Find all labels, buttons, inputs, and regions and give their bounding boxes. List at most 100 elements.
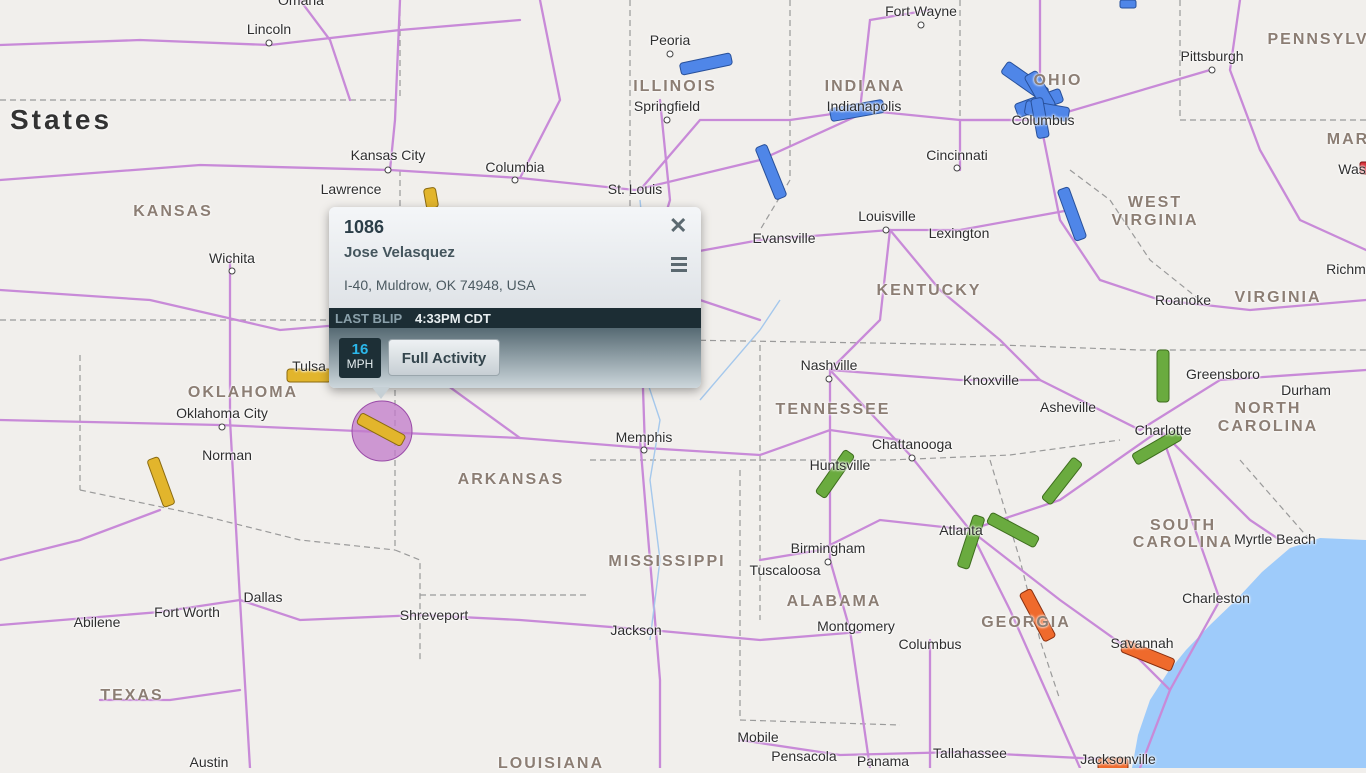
city-label: Greensboro: [1186, 366, 1260, 382]
city-dot: [882, 226, 890, 234]
state-label: OKLAHOMA: [187, 384, 299, 401]
city-label: Birmingham: [790, 540, 866, 556]
city-label: Dallas: [243, 589, 283, 605]
city-dot: [666, 50, 674, 58]
last-blip-time: 4:33PM CDT: [415, 311, 491, 326]
city-dot: [663, 116, 671, 124]
city-label: Fort Worth: [154, 604, 220, 620]
city-dot: [640, 446, 648, 454]
city-label: Columbia: [485, 159, 545, 175]
city-label: Evansville: [752, 230, 816, 246]
city-dot: [825, 375, 833, 383]
city-dot: [511, 176, 519, 184]
close-icon[interactable]: ✕: [669, 215, 687, 237]
city-dot: [953, 164, 961, 172]
city-label: Norman: [202, 447, 252, 463]
state-label: OHIO: [1033, 72, 1083, 89]
city-dot: [1208, 66, 1216, 74]
state-label: MISSISSIPPI: [608, 553, 726, 570]
speed-value: 16: [351, 341, 369, 358]
city-label: Lawrence: [320, 181, 382, 197]
city-label: Durham: [1281, 382, 1331, 398]
last-blip-label: LAST BLIP: [335, 311, 403, 326]
state-label: ILLINOIS: [633, 78, 717, 95]
city-label: Tulsa: [292, 358, 326, 374]
state-label: CAROLINA: [1217, 418, 1319, 435]
vehicle-marker: [1156, 349, 1170, 403]
vehicle-info-popup: 1086 Jose Velasquez I-40, Muldrow, OK 74…: [329, 207, 701, 399]
city-dot: [917, 21, 925, 29]
city-label: Omaha: [278, 0, 324, 8]
full-activity-button[interactable]: Full Activity: [388, 339, 500, 376]
state-label: VIRGINIA: [1111, 212, 1199, 229]
speed-unit: MPH: [346, 357, 374, 371]
city-label: Asheville: [1039, 399, 1097, 415]
city-label: Pensacola: [771, 748, 837, 764]
city-label: Huntsville: [809, 457, 871, 473]
city-label: Atlanta: [939, 522, 983, 538]
driver-name: Jose Velasquez: [344, 244, 455, 261]
city-label: Memphis: [615, 429, 673, 445]
state-label: GEORGIA: [981, 614, 1071, 631]
city-label: Shreveport: [399, 607, 469, 623]
city-dot: [265, 39, 273, 47]
city-label: Lexington: [928, 225, 990, 241]
state-label: INDIANA: [824, 78, 906, 95]
city-label: Jackson: [610, 622, 662, 638]
state-label: VIRGINIA: [1234, 289, 1322, 306]
city-label: Louisville: [858, 208, 916, 224]
city-label: Pittsburgh: [1180, 48, 1244, 64]
city-label: Charlotte: [1134, 422, 1192, 438]
city-label: St. Louis: [607, 181, 663, 197]
city-label: Was: [1338, 161, 1366, 177]
city-label: Columbus: [1011, 112, 1075, 128]
city-label: Lincoln: [246, 21, 292, 37]
city-label: Kansas City: [350, 147, 426, 163]
city-label: Nashville: [800, 357, 858, 373]
city-dot: [384, 166, 392, 174]
city-label: Chattanooga: [871, 436, 953, 452]
vehicle-marker: [1119, 0, 1137, 9]
popup-footer: [329, 328, 701, 388]
city-label: Indianapolis: [826, 98, 902, 114]
popup-pointer: [372, 387, 390, 399]
city-label: Abilene: [73, 614, 121, 630]
city-label: Panama: [856, 753, 910, 769]
city-label: Myrtle Beach: [1234, 531, 1316, 547]
country-label: States: [10, 104, 113, 135]
city-label: Fort Wayne: [885, 3, 957, 19]
state-label: TENNESSEE: [775, 401, 891, 418]
city-label: Savannah: [1110, 635, 1174, 651]
state-label: WEST: [1127, 194, 1183, 211]
state-label: TEXAS: [100, 687, 164, 704]
city-label: Roanoke: [1154, 292, 1212, 308]
state-label: LOUISIANA: [498, 755, 604, 772]
city-label: Jacksonville: [1080, 751, 1156, 767]
city-label: Springfield: [633, 98, 701, 114]
state-label: PENNSYLV: [1267, 31, 1366, 48]
city-dot: [218, 423, 226, 431]
city-label: Tallahassee: [933, 745, 1007, 761]
city-label: Peoria: [649, 32, 691, 48]
city-dot: [908, 454, 916, 462]
city-label: Montgomery: [817, 618, 895, 634]
speed-badge: 16 MPH: [339, 338, 381, 378]
city-label: Wichita: [209, 250, 255, 266]
city-label: Oklahoma City: [176, 405, 268, 421]
vehicle-address: I-40, Muldrow, OK 74948, USA: [344, 277, 536, 293]
state-label: SOUTH: [1150, 517, 1216, 534]
state-label: KANSAS: [133, 203, 213, 220]
city-label: Mobile: [737, 729, 779, 745]
vehicle-id: 1086: [344, 217, 385, 237]
state-label: CAROLINA: [1132, 534, 1234, 551]
city-label: Cincinnati: [926, 147, 988, 163]
state-label: MAR: [1326, 131, 1366, 148]
city-label: Charleston: [1182, 590, 1250, 606]
state-label: KENTUCKY: [876, 282, 982, 299]
state-label: ALABAMA: [786, 593, 882, 610]
city-label: Richm: [1326, 261, 1366, 277]
state-label: ARKANSAS: [457, 471, 565, 488]
city-label: Columbus: [898, 636, 962, 652]
hamburger-menu-icon[interactable]: [671, 257, 687, 275]
state-label: NORTH: [1234, 400, 1302, 417]
